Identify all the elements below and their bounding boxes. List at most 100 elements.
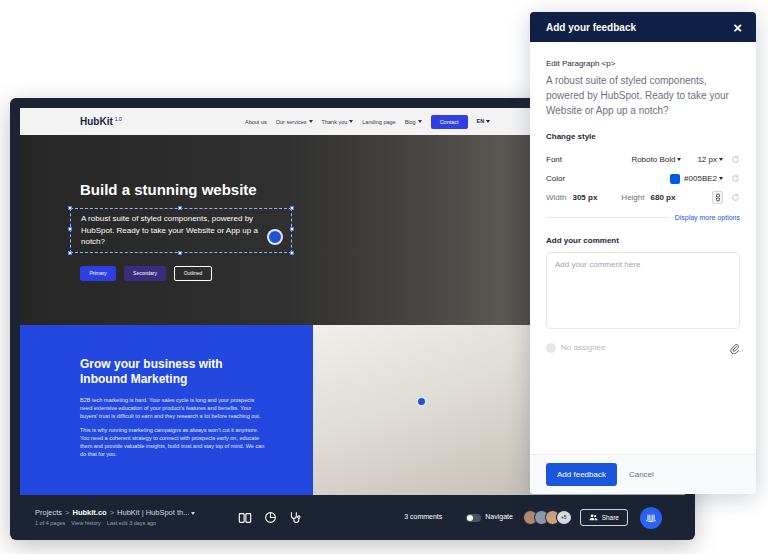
- more-collaborators[interactable]: +5: [556, 510, 572, 525]
- comment-pin[interactable]: [416, 396, 427, 407]
- outlined-button[interactable]: Outlined: [174, 266, 212, 281]
- primary-button[interactable]: Primary: [80, 266, 116, 281]
- panel-title: Add your feedback: [546, 20, 636, 35]
- nav-label: About us: [245, 118, 267, 126]
- nav-item[interactable]: Blog: [405, 118, 422, 126]
- logo-version: 1.0: [115, 116, 122, 122]
- reset-icon: [731, 174, 740, 183]
- collaborators: +5: [523, 510, 572, 525]
- language-label: EN: [477, 117, 485, 125]
- breadcrumb-item[interactable]: HubKit | HubSpot th...: [117, 508, 195, 518]
- element-label: Edit Paragraph <p>: [546, 59, 740, 69]
- assignee-avatar: [546, 343, 556, 353]
- selection-handle[interactable]: [178, 251, 182, 255]
- project-meta: 1 of 4 pages View history Last edit 3 days…: [35, 519, 230, 527]
- comment-input[interactable]: [546, 252, 740, 329]
- font-label: Font: [546, 155, 631, 165]
- caret-icon: [719, 158, 723, 161]
- section-paragraph: B2B tech marketing is hard. Your sales c…: [80, 396, 268, 420]
- breadcrumb-label: Projects: [35, 508, 62, 518]
- selected-paragraph[interactable]: A robust suite of styled components, pow…: [70, 208, 292, 253]
- view-history-link[interactable]: View history: [71, 519, 101, 527]
- nav-item[interactable]: Thank you: [322, 118, 354, 126]
- color-swatch[interactable]: [670, 174, 680, 184]
- secondary-button[interactable]: Secondary: [124, 266, 166, 281]
- caret-icon: [486, 120, 490, 123]
- marketing-text: Grow your business with Inbound Marketin…: [20, 325, 313, 495]
- width-value[interactable]: 305 px: [572, 193, 597, 203]
- share-label: Share: [602, 513, 619, 522]
- nav-item[interactable]: Our services: [276, 118, 313, 126]
- breadcrumb-item[interactable]: Projects: [35, 508, 62, 518]
- selection-handle[interactable]: [290, 206, 294, 210]
- color-row: Color #005BE2: [546, 169, 740, 188]
- panel-body: Edit Paragraph <p>A robust suite of styl…: [530, 42, 756, 354]
- button-label: Secondary: [133, 270, 157, 276]
- panel-footer: Add feedback Cancel: [530, 454, 756, 494]
- width-label: Width: [546, 193, 566, 203]
- app-logo-icon[interactable]: [640, 507, 662, 529]
- font-size-select[interactable]: 12 px: [697, 155, 723, 165]
- size-row: Width 305 px Height 680 px: [546, 188, 740, 207]
- color-select[interactable]: #005BE2: [684, 174, 723, 184]
- breadcrumb-separator: >: [65, 508, 69, 518]
- site-logo[interactable]: HubKit1.0: [80, 116, 245, 128]
- selection-handle[interactable]: [178, 206, 182, 210]
- section-title: Grow your business with Inbound Marketin…: [80, 357, 268, 387]
- stethoscope-icon: [289, 511, 302, 524]
- comment-count[interactable]: 3 comments: [404, 512, 442, 523]
- font-family: Roboto Bold: [631, 155, 675, 165]
- paperclip-icon: [729, 343, 740, 354]
- font-family-select[interactable]: Roboto Bold: [631, 155, 681, 165]
- add-feedback-button[interactable]: Add feedback: [546, 463, 617, 486]
- assignee-select[interactable]: No assignee: [546, 342, 605, 354]
- aspect-lock-icon[interactable]: [712, 191, 723, 204]
- close-button[interactable]: ×: [733, 20, 742, 35]
- selection-handle[interactable]: [68, 251, 72, 255]
- more-options-link[interactable]: Display more options: [675, 213, 740, 222]
- hero-text: A robust suite of styled components, pow…: [81, 214, 258, 246]
- navigate-toggle[interactable]: [466, 514, 481, 522]
- breadcrumb-item[interactable]: Hubkit.co: [72, 508, 106, 518]
- caret-icon: [418, 120, 422, 123]
- collaboration-tools: 3 comments Navigate +5 Share: [404, 507, 662, 529]
- breadcrumb-separator: >: [110, 508, 114, 518]
- share-button[interactable]: Share: [580, 509, 628, 526]
- color-value: #005BE2: [684, 174, 717, 184]
- selection-handle[interactable]: [68, 227, 72, 231]
- chart-pie-icon: [264, 511, 277, 524]
- nav-item[interactable]: About us: [245, 118, 267, 126]
- selection-handle[interactable]: [290, 227, 294, 231]
- more-options-row: Display more options: [546, 213, 740, 222]
- project-toolbar: Projects>Hubkit.co>HubKit | HubSpot th..…: [20, 495, 685, 540]
- height-value[interactable]: 680 px: [650, 193, 675, 203]
- selection-handle[interactable]: [68, 206, 72, 210]
- language-switch[interactable]: EN: [477, 117, 491, 125]
- reset-icon: [731, 155, 740, 164]
- breadcrumb-label: Hubkit.co: [72, 508, 106, 518]
- last-edit: Last edit 3 days ago: [107, 519, 156, 527]
- button-label: Primary: [89, 270, 106, 276]
- nav-label: Blog: [405, 118, 416, 126]
- comment-pin[interactable]: [267, 229, 283, 245]
- nav-label: Landing page: [362, 118, 395, 126]
- pages-icon: [238, 511, 252, 525]
- feedback-panel: Add your feedback × Edit Paragraph <p>A ro…: [530, 12, 756, 494]
- color-label: Color: [546, 174, 670, 184]
- page-count: 1 of 4 pages: [35, 519, 65, 527]
- panel-header: Add your feedback ×: [530, 12, 756, 42]
- reset-icon: [731, 193, 740, 202]
- nav-item[interactable]: Landing page: [362, 118, 395, 126]
- height-label: Height: [621, 193, 644, 203]
- contact-button[interactable]: Contact: [431, 115, 468, 129]
- navigate-label: Navigate: [485, 512, 513, 523]
- button-label: Outlined: [184, 270, 203, 276]
- nav-label: Our services: [276, 118, 307, 126]
- comment-heading: Add your comment: [546, 236, 740, 246]
- caret-icon: [677, 158, 681, 161]
- nav-label: Thank you: [322, 118, 348, 126]
- cancel-button[interactable]: Cancel: [629, 469, 654, 481]
- font-row: FontRoboto Bold 12 px: [546, 150, 740, 169]
- font-size: 12 px: [697, 155, 717, 165]
- selection-handle[interactable]: [290, 251, 294, 255]
